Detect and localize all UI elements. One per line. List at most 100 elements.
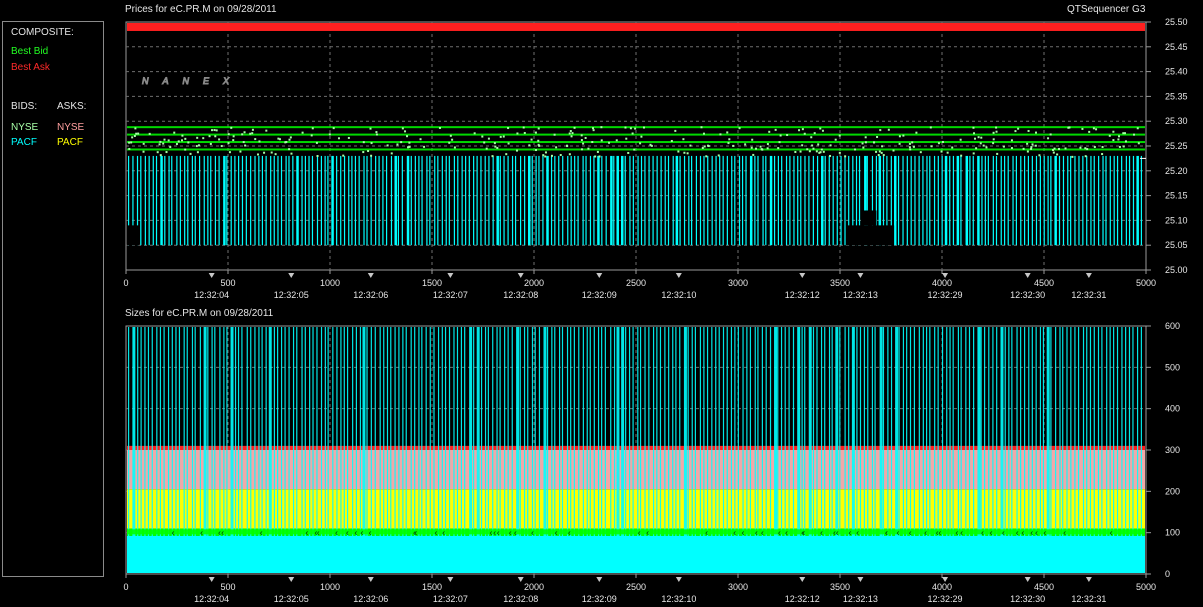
pacf-bid-size-bar xyxy=(652,327,655,573)
pacf-bid-mark xyxy=(273,155,275,246)
nyse-bid-mark xyxy=(1092,127,1095,130)
pacf-bid-mark xyxy=(683,155,686,246)
size-event-marker: ‹ xyxy=(820,528,823,538)
nyse-bid-mark xyxy=(750,146,753,149)
pacf-bid-size-bar xyxy=(874,327,876,573)
pacf-bid-size-bar xyxy=(769,327,772,573)
pacf-bid-size-bar xyxy=(186,327,188,573)
pacf-bid-size-bar xyxy=(226,327,228,573)
nyse-bid-mark xyxy=(375,133,378,136)
nyse-bid-mark xyxy=(244,144,247,147)
size-event-marker: ‹ xyxy=(493,528,496,538)
nyse-bid-mark xyxy=(215,129,218,132)
nyse-bid-mark xyxy=(1093,146,1096,149)
pacf-bid-mark xyxy=(648,155,650,246)
pacf-bid-size-bar xyxy=(632,327,634,573)
pacf-bid-mark xyxy=(191,155,193,246)
nyse-bid-mark xyxy=(972,152,975,155)
pacf-bid-size-bar xyxy=(332,327,334,573)
pacf-bid-mark xyxy=(238,155,240,246)
time-marker xyxy=(1085,273,1092,278)
nyse-bid-mark xyxy=(864,141,867,144)
pacf-bid-mark xyxy=(528,155,531,246)
pacf-bid-size-bar xyxy=(918,327,920,573)
nyse-bid-mark xyxy=(362,151,365,154)
nyse-bid-mark xyxy=(485,147,488,150)
pacf-bid-mark xyxy=(296,155,299,246)
nyse-bid-mark xyxy=(1086,148,1089,151)
pacf-bid-size-bar xyxy=(167,327,170,573)
nyse-bid-mark xyxy=(815,150,818,153)
nyse-bid-mark xyxy=(544,151,547,154)
size-event-marker: ‹ xyxy=(755,528,758,538)
nyse-bid-mark xyxy=(184,148,187,151)
pacf-bid-mark xyxy=(1082,155,1084,246)
nyse-bid-mark xyxy=(522,126,525,129)
nyse-bid-mark xyxy=(1095,128,1098,131)
pacf-bid-mark xyxy=(745,155,747,246)
pacf-bid-mark xyxy=(218,155,220,246)
nyse-bid-mark xyxy=(911,141,914,144)
size-event-marker: ‹ xyxy=(434,528,437,538)
pacf-bid-mark xyxy=(531,155,533,246)
pacf-bid-mark xyxy=(644,155,646,246)
pacf-bid-size-bar xyxy=(473,327,475,573)
size-event-marker: ‹ xyxy=(442,528,445,538)
pacf-bid-mark xyxy=(370,155,372,246)
y-tick-label: 600 xyxy=(1165,321,1180,331)
nyse-bid-mark xyxy=(396,143,399,146)
nyse-bid-mark xyxy=(822,150,825,153)
pacf-bid-size-bar xyxy=(405,327,407,573)
time-label: 12:32:04 xyxy=(194,594,229,604)
nyse-bid-mark xyxy=(844,155,847,158)
pacf-bid-mark xyxy=(715,155,717,246)
nyse-bid-mark xyxy=(494,145,497,148)
y-tick-label: 200 xyxy=(1165,486,1180,496)
pacf-bid-mark xyxy=(804,155,806,246)
pacf-bid-mark xyxy=(620,155,624,246)
size-event-marker: ‹ xyxy=(568,528,571,538)
pacf-bid-size-bar xyxy=(234,327,237,573)
nyse-bid-mark xyxy=(960,154,963,157)
nyse-bid-mark xyxy=(777,147,780,150)
nyse-bid-mark xyxy=(311,127,314,130)
nyse-bid-mark xyxy=(448,141,451,144)
pacf-bid-size-bar xyxy=(949,327,951,573)
nyse-bid-mark xyxy=(128,147,131,150)
pacf-bid-size-bar xyxy=(675,327,677,573)
pacf-bid-mark xyxy=(210,155,212,246)
nyse-bid-mark xyxy=(473,132,476,135)
pacf-bid-mark xyxy=(524,155,526,246)
pacf-bid-mark xyxy=(1024,155,1026,246)
nyse-bid-mark xyxy=(794,150,797,153)
nyse-bid-mark xyxy=(1017,127,1020,130)
nyse-bid-mark xyxy=(608,141,611,144)
pacf-bid-mark xyxy=(914,155,916,246)
nyse-bid-mark xyxy=(838,151,841,154)
pacf-bid-mark xyxy=(1074,155,1076,246)
pacf-bid-size-bar xyxy=(824,327,826,573)
pacf-bid-mark xyxy=(570,155,572,246)
time-marker xyxy=(857,273,864,278)
pacf-bid-mark xyxy=(577,155,579,246)
nyse-bid-mark xyxy=(1010,147,1013,150)
nyse-bid-mark xyxy=(744,143,747,146)
bid-gap xyxy=(862,210,877,226)
nyse-bid-mark xyxy=(596,150,599,153)
time-label: 12:32:08 xyxy=(503,594,538,604)
nyse-bid-mark xyxy=(591,141,594,144)
pacf-bid-size-bar xyxy=(749,327,752,573)
pacf-bid-mark xyxy=(421,155,423,246)
nyse-bid-mark xyxy=(875,150,878,153)
pacf-bid-size-bar xyxy=(1121,327,1123,573)
nyse-bid-mark xyxy=(218,138,221,141)
nyse-bid-mark xyxy=(738,127,741,130)
nyse-bid-mark xyxy=(973,132,976,135)
size-chart: 60050040030020010000 500 1000 1500 2000 2500 3… xyxy=(123,321,1180,604)
pacf-bid-size-bar xyxy=(613,327,616,573)
nyse-bid-mark xyxy=(310,134,313,137)
pacf-bid-mark xyxy=(461,155,463,246)
pacf-bid-size-bar xyxy=(320,327,323,573)
nyse-bid-mark xyxy=(568,153,571,156)
pacf-bid-mark xyxy=(707,155,709,246)
